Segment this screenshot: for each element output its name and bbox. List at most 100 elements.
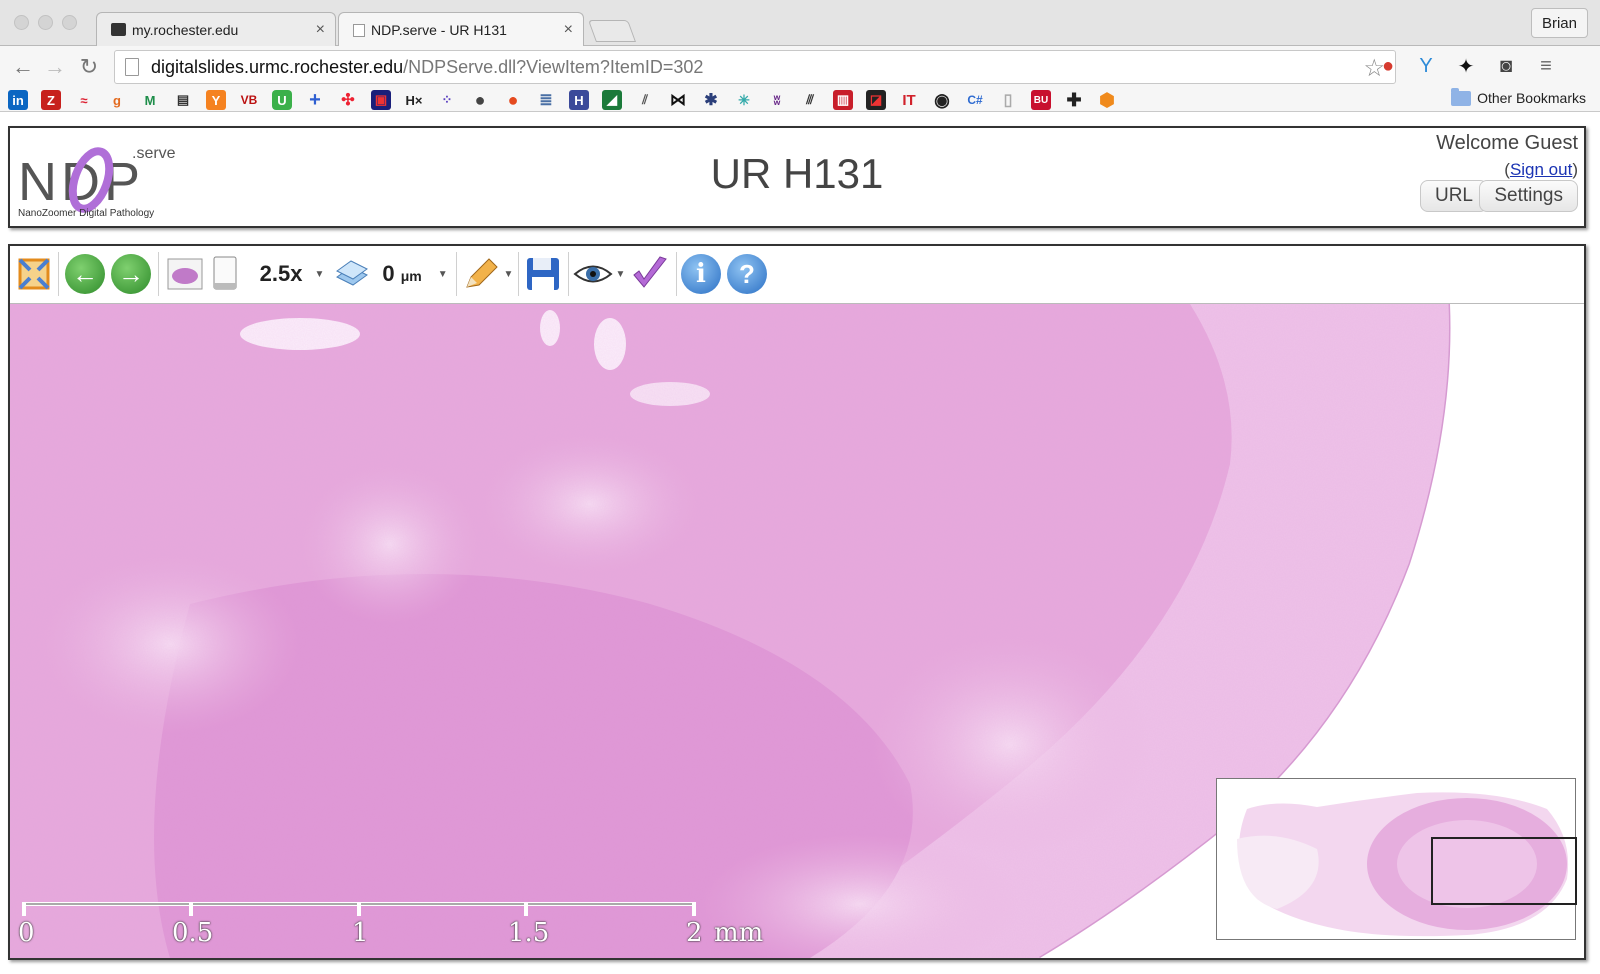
bookmark-chart-icon[interactable]: ◢	[602, 90, 622, 110]
checkmark-icon[interactable]	[628, 252, 670, 296]
folder-icon	[1451, 87, 1472, 106]
back-icon[interactable]: ←	[10, 54, 36, 80]
other-bookmarks-label: Other Bookmarks	[1477, 90, 1586, 106]
profile-button[interactable]: Brian	[1530, 8, 1588, 38]
page-icon	[125, 58, 139, 76]
annotate-pencil-icon[interactable]: ▼	[460, 252, 514, 296]
pocket-icon[interactable]: ◙	[1494, 54, 1518, 78]
bookmark-dark-icon[interactable]: ◪	[866, 90, 886, 110]
bookmark-network-icon[interactable]: ✳	[734, 90, 754, 110]
bookmark-apppress-icon[interactable]: ●	[470, 90, 490, 110]
minimize-window-button[interactable]	[38, 15, 53, 30]
bookmark-hexagon-icon[interactable]: ⬢	[1097, 90, 1117, 110]
bookmark-news-icon[interactable]: ▤	[173, 90, 193, 110]
bookmark-bars-icon[interactable]: ▥	[833, 90, 853, 110]
extension-y-icon[interactable]: Y	[1414, 54, 1438, 78]
close-tab-icon[interactable]: ×	[564, 21, 573, 39]
bookmark-vb-icon[interactable]: VB	[239, 90, 259, 110]
bookmark-bug-icon[interactable]: ✱	[701, 90, 721, 110]
bookmark-bowtie-icon[interactable]: ⋈	[668, 90, 688, 110]
browser-tab-bar: my.rochester.edu × NDP.serve - UR H131 ×…	[0, 0, 1600, 47]
forward-arrow-icon[interactable]: →	[110, 252, 152, 296]
scale-bar: 0 0.5 1 1.5 2 mm	[18, 902, 782, 952]
slide-viewer: ← → 2.5x ▼ 0 μm ▼ ▼ ▼ i ? 0 0.5 1 1.5 2 …	[8, 244, 1586, 960]
forward-icon[interactable]: →	[42, 54, 68, 80]
scale-label: 2	[686, 918, 703, 948]
bookmark-plus-icon[interactable]: +	[305, 89, 325, 111]
bookmark-it-icon[interactable]: IT	[899, 90, 919, 110]
save-disk-icon[interactable]	[522, 252, 564, 296]
bookmark-feather-icon[interactable]: ʬ	[767, 90, 787, 110]
bookmarks-bar: in Z ≈ g M ▤ Y VB U + ✣ ▣ H× ⁘ ● ● ≣ H ◢…	[0, 87, 1600, 112]
fit-to-screen-icon[interactable]	[14, 252, 54, 296]
slide-image[interactable]: 0 0.5 1 1.5 2 mm	[10, 304, 1584, 958]
tab-favicon-icon	[111, 23, 126, 36]
page-favicon-icon	[353, 23, 365, 37]
adblock-icon[interactable]: ●	[1376, 54, 1400, 78]
url-path: /NDPServe.dll?ViewItem?ItemID=302	[403, 56, 704, 77]
tab-ndp-serve[interactable]: NDP.serve - UR H131 ×	[338, 12, 584, 47]
zoom-window-button[interactable]	[62, 15, 77, 30]
url-button[interactable]: URL	[1419, 180, 1488, 212]
tab-my-rochester[interactable]: my.rochester.edu ×	[96, 12, 336, 46]
bookmark-csharp-icon[interactable]: C#	[965, 90, 985, 110]
bookmark-hackernews-icon[interactable]: Y	[206, 90, 226, 110]
logo-sub-text: NanoZoomer Digital Pathology	[18, 208, 154, 218]
bookmark-stripes-icon[interactable]: ⫽	[635, 90, 655, 110]
zoom-value: 2.5x	[259, 261, 303, 286]
welcome-text: Welcome Guest	[1436, 132, 1578, 154]
scale-unit: mm	[714, 918, 764, 948]
ndp-header: NDP .serve NanoZoomer Digital Pathology …	[8, 126, 1586, 228]
tab-title: my.rochester.edu	[132, 21, 239, 38]
reload-icon[interactable]: ↻	[76, 54, 102, 80]
bookmark-dots-icon[interactable]: ⁘	[437, 90, 457, 110]
zoom-dropdown[interactable]: 2.5x ▼	[256, 252, 328, 296]
extension-bird-icon[interactable]: ✦	[1454, 54, 1478, 78]
focus-value: 0 μm	[382, 261, 422, 286]
new-tab-button[interactable]	[587, 20, 637, 42]
bookmark-linkedin-icon[interactable]: in	[8, 90, 28, 110]
other-bookmarks[interactable]: Other Bookmarks	[1451, 87, 1586, 106]
scale-label: 1	[352, 918, 369, 948]
bookmark-h-icon[interactable]: H	[569, 90, 589, 110]
tab-title: NDP.serve - UR H131	[371, 22, 507, 38]
scale-label: 1.5	[508, 918, 550, 948]
info-icon[interactable]: i	[680, 252, 722, 296]
focus-dropdown[interactable]: 0 μm ▼	[380, 252, 450, 296]
back-arrow-icon[interactable]: ←	[64, 252, 106, 296]
sign-out-link[interactable]: Sign out	[1510, 160, 1572, 179]
view-eye-icon[interactable]: ▼	[572, 252, 626, 296]
bookmark-hx-icon[interactable]: H×	[404, 90, 424, 110]
help-icon[interactable]: ?	[726, 252, 768, 296]
bookmark-pinwheel-icon[interactable]: ✣	[338, 90, 358, 110]
menu-icon[interactable]: ≡	[1534, 54, 1558, 78]
scale-label: 0.5	[172, 918, 214, 948]
address-bar[interactable]: digitalslides.urmc.rochester.edu/NDPServ…	[114, 50, 1396, 84]
bookmark-sphere-icon[interactable]: ◉	[932, 90, 952, 110]
bookmark-cross-icon[interactable]: ✚	[1064, 90, 1084, 110]
viewer-toolbar: ← → 2.5x ▼ 0 μm ▼ ▼ ▼ i ?	[10, 246, 1584, 304]
close-tab-icon[interactable]: ×	[316, 21, 325, 39]
bookmark-page-icon[interactable]: ▯	[998, 90, 1018, 110]
dropdown-arrow-icon: ▼	[437, 268, 448, 280]
bookmark-database-icon[interactable]: ≣	[536, 90, 556, 110]
bookmark-z-icon[interactable]: Z	[41, 90, 61, 110]
bookmark-grid-icon[interactable]: ▣	[371, 90, 391, 110]
slide-label-icon[interactable]	[208, 252, 242, 296]
overview-minimap[interactable]	[1216, 778, 1577, 940]
bookmark-u-icon[interactable]: U	[272, 90, 292, 110]
focus-layers-icon[interactable]	[332, 252, 372, 296]
settings-button[interactable]: Settings	[1479, 180, 1578, 212]
dropdown-arrow-icon: ▼	[503, 268, 514, 280]
bookmark-g-icon[interactable]: g	[107, 90, 127, 110]
bookmark-tomato-icon[interactable]: ●	[503, 90, 523, 110]
slide-title: UR H131	[710, 150, 884, 197]
bookmark-m-icon[interactable]: M	[140, 90, 160, 110]
close-window-button[interactable]	[14, 15, 29, 30]
bookmark-lines-icon[interactable]: ⫻	[800, 90, 820, 110]
bookmark-wave-icon[interactable]: ≈	[74, 90, 94, 110]
bookmark-bu-icon[interactable]: BU	[1031, 90, 1051, 110]
slide-thumbnail-icon[interactable]	[164, 252, 206, 296]
minimap-viewport[interactable]	[1431, 837, 1577, 905]
signout-line: (Sign out)	[1504, 160, 1578, 179]
